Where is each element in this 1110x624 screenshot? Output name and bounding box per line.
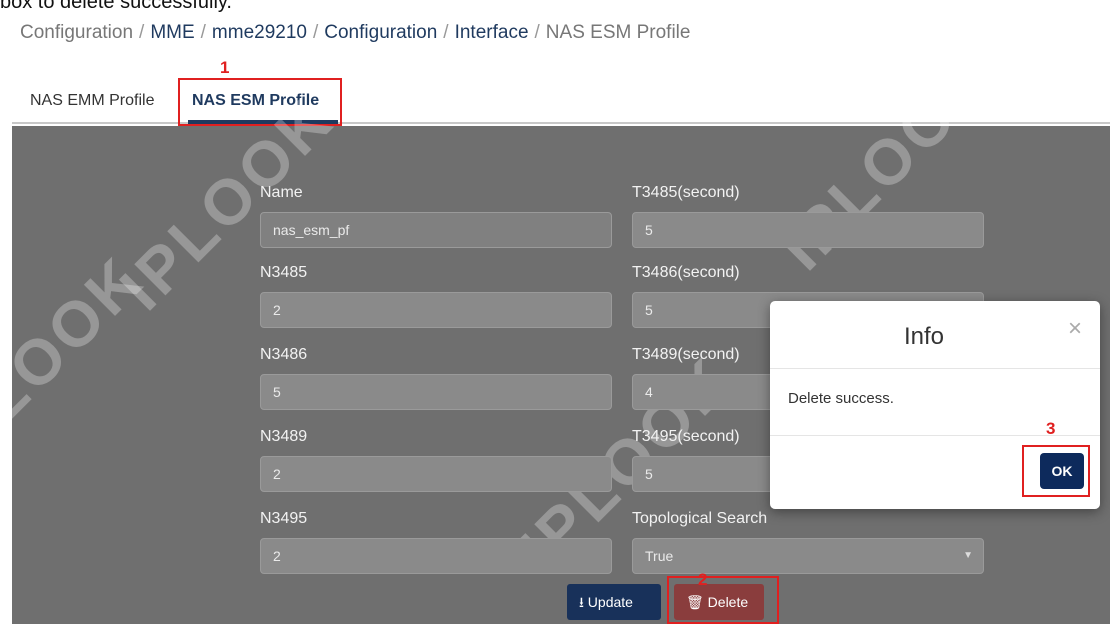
field-label-n3495: N3495 [260, 510, 308, 527]
field-label-t3485: T3485(second) [632, 184, 740, 201]
field-label-name: Name [260, 184, 303, 201]
field-label-n3489: N3489 [260, 428, 308, 445]
close-icon[interactable]: × [1068, 315, 1082, 343]
annotation-box-step2 [667, 576, 779, 624]
field-label-t3489: T3489(second) [632, 346, 740, 363]
breadcrumb: Configuration / MME / mme29210/Configuration… [20, 22, 691, 43]
annotation-box-step3 [1022, 445, 1090, 497]
chevron-down-icon: ▼ [963, 550, 973, 561]
n3485-field[interactable]: 2 [260, 292, 612, 328]
n3489-field[interactable]: 2 [260, 456, 612, 492]
n3495-field[interactable]: 2 [260, 538, 612, 574]
topological-search-value: True [645, 548, 674, 564]
breadcrumb-item[interactable]: Interface [455, 22, 529, 43]
dialog-message: Delete success. [788, 390, 894, 407]
field-label-n3486: N3486 [260, 346, 308, 363]
field-label-t3495: T3495(second) [632, 428, 740, 445]
annotation-box-step1 [178, 78, 342, 126]
breadcrumb-current: NAS ESM Profile [545, 22, 691, 43]
caption-fragment: box to delete successfully. [0, 0, 232, 12]
field-label-n3485: N3485 [260, 264, 308, 281]
annotation-step1: 1 [220, 58, 230, 77]
update-button-label: Update [587, 594, 633, 610]
breadcrumb-item[interactable]: Configuration [20, 22, 133, 43]
dialog-header: Info × [770, 301, 1100, 369]
watermark: IPLOOK [0, 242, 158, 484]
info-dialog: Info × Delete success. OK 3 [770, 301, 1100, 509]
field-label-topological-search: Topological Search [632, 510, 768, 527]
field-label-t3486: T3486(second) [632, 264, 740, 281]
profile-tabs: NAS EMM Profile NAS ESM Profile [12, 76, 1110, 124]
t3485-field[interactable]: 5 [632, 212, 984, 248]
name-field: nas_esm_pf [260, 212, 612, 248]
breadcrumb-item[interactable]: Configuration [324, 22, 437, 43]
dialog-title: Info [903, 323, 945, 350]
topological-search-select[interactable]: True ▼ [632, 538, 984, 574]
breadcrumb-item[interactable]: MME [150, 22, 194, 43]
update-icon: ⭳ [579, 594, 584, 610]
annotation-step3: 3 [1046, 419, 1056, 438]
breadcrumb-item[interactable]: mme29210 [212, 22, 307, 43]
update-button[interactable]: ⭳ Update [567, 584, 661, 620]
n3486-field[interactable]: 5 [260, 374, 612, 410]
annotation-step2: 2 [698, 570, 708, 589]
tab-nas-emm-profile[interactable]: NAS EMM Profile [30, 92, 154, 110]
